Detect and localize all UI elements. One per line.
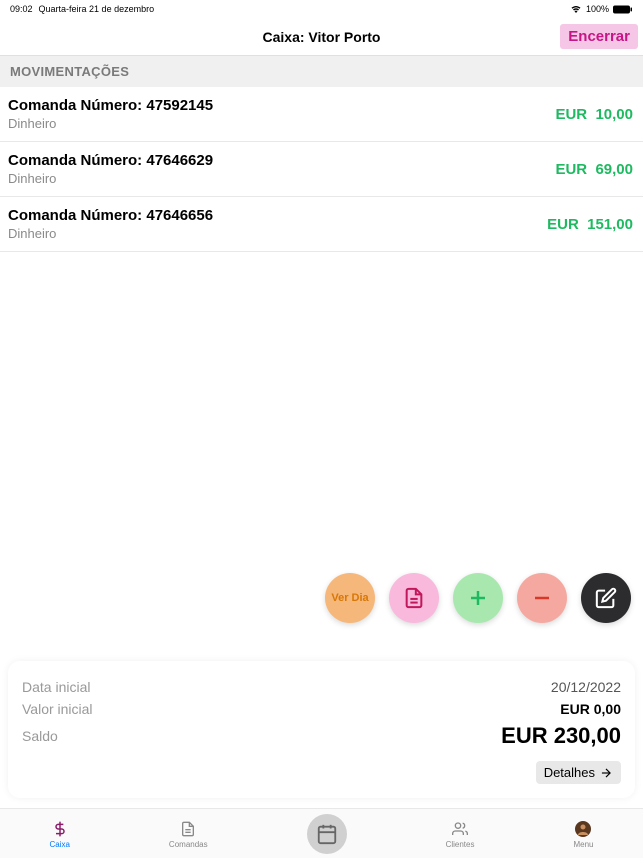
status-date: Quarta-feira 21 de dezembro	[39, 4, 155, 14]
tab-label: Caixa	[49, 840, 69, 849]
balance-label: Saldo	[22, 728, 58, 744]
status-bar: 09:02 Quarta-feira 21 de dezembro 100%	[0, 0, 643, 18]
tab-comandas[interactable]: Comandas	[169, 819, 208, 849]
tab-calendar[interactable]	[307, 814, 347, 854]
details-label: Detalhes	[544, 765, 595, 780]
close-button[interactable]: Encerrar	[560, 24, 638, 49]
minus-icon	[530, 586, 554, 610]
summary-card: Data inicial 20/12/2022 Valor inicial EU…	[8, 661, 635, 798]
plus-icon	[466, 586, 490, 610]
tab-menu[interactable]: Menu	[573, 819, 593, 849]
transaction-amount: EUR 10,00	[555, 106, 633, 123]
arrow-right-icon	[599, 766, 613, 780]
edit-icon	[595, 587, 617, 609]
dollar-icon	[50, 819, 70, 839]
status-time: 09:02	[10, 4, 33, 14]
transaction-subtitle: Dinheiro	[8, 171, 213, 186]
document-icon	[403, 587, 425, 609]
transaction-subtitle: Dinheiro	[8, 116, 213, 131]
tab-caixa[interactable]: Caixa	[49, 819, 69, 849]
document-button[interactable]	[389, 573, 439, 623]
transaction-row[interactable]: Comanda Número: 47592145 Dinheiro EUR 10…	[0, 87, 643, 142]
document-icon	[178, 819, 198, 839]
avatar-icon	[573, 819, 593, 839]
battery-percent: 100%	[586, 4, 609, 14]
tab-clientes[interactable]: Clientes	[446, 819, 475, 849]
transaction-amount: EUR 151,00	[547, 216, 633, 233]
transaction-title: Comanda Número: 47646629	[8, 152, 213, 169]
ver-dia-button[interactable]: Ver Dia	[325, 573, 375, 623]
subtract-button[interactable]	[517, 573, 567, 623]
transaction-amount: EUR 69,00	[555, 161, 633, 178]
wifi-icon	[570, 5, 582, 14]
tab-label: Clientes	[446, 840, 475, 849]
tab-label: Comandas	[169, 840, 208, 849]
section-header: MOVIMENTAÇÕES	[0, 56, 643, 87]
users-icon	[450, 819, 470, 839]
start-date-label: Data inicial	[22, 679, 90, 695]
start-value-value: EUR 0,00	[560, 701, 621, 717]
tab-bar: Caixa Comandas Clientes Menu	[0, 808, 643, 858]
page-title: Caixa: Vitor Porto	[263, 29, 381, 45]
start-date-value: 20/12/2022	[551, 679, 621, 695]
battery-icon	[613, 5, 633, 14]
transaction-row[interactable]: Comanda Número: 47646656 Dinheiro EUR 15…	[0, 197, 643, 252]
details-button[interactable]: Detalhes	[536, 761, 621, 784]
header: Caixa: Vitor Porto Encerrar	[0, 18, 643, 56]
transaction-title: Comanda Número: 47592145	[8, 97, 213, 114]
start-value-label: Valor inicial	[22, 701, 93, 717]
transaction-list: Comanda Número: 47592145 Dinheiro EUR 10…	[0, 87, 643, 252]
transaction-title: Comanda Número: 47646656	[8, 207, 213, 224]
transaction-row[interactable]: Comanda Número: 47646629 Dinheiro EUR 69…	[0, 142, 643, 197]
action-buttons: Ver Dia	[325, 573, 631, 623]
tab-label: Menu	[573, 840, 593, 849]
transaction-subtitle: Dinheiro	[8, 226, 213, 241]
balance-value: EUR 230,00	[501, 723, 621, 749]
edit-button[interactable]	[581, 573, 631, 623]
calendar-icon	[316, 823, 338, 845]
add-button[interactable]	[453, 573, 503, 623]
